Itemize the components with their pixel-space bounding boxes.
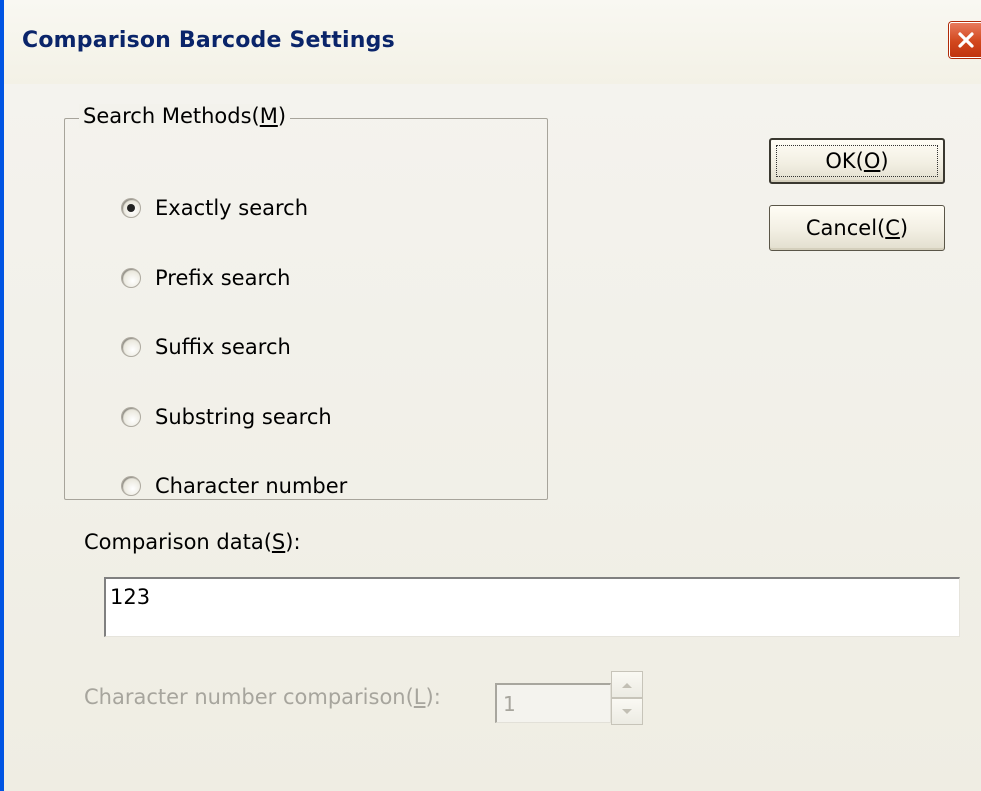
comparison-data-input[interactable]: 123 bbox=[104, 577, 960, 637]
close-button[interactable] bbox=[949, 22, 981, 58]
search-methods-group: Search Methods(M) Exactly search Prefix … bbox=[64, 104, 548, 501]
radio-label-prefix: Prefix search bbox=[155, 266, 291, 290]
radio-button-checked[interactable] bbox=[121, 198, 141, 218]
radio-substring-search[interactable]: Substring search bbox=[121, 402, 332, 432]
character-number-spinner[interactable] bbox=[611, 671, 643, 725]
ok-button-label: OK(O) bbox=[825, 149, 889, 173]
radio-label-character-number: Character number bbox=[155, 474, 348, 498]
search-methods-legend: Search Methods(M) bbox=[79, 104, 291, 128]
spin-down-button[interactable] bbox=[611, 698, 643, 725]
spin-up-button[interactable] bbox=[611, 671, 643, 698]
dialog-window: Comparison Barcode Settings Search Metho… bbox=[0, 0, 981, 791]
radio-button[interactable] bbox=[121, 268, 141, 288]
dialog-content: Search Methods(M) Exactly search Prefix … bbox=[4, 84, 981, 791]
character-number-input[interactable]: 1 bbox=[495, 683, 611, 723]
cancel-button[interactable]: Cancel(C) bbox=[769, 205, 945, 251]
character-number-comparison-label: Character number comparison(L): bbox=[84, 685, 441, 709]
radio-button[interactable] bbox=[121, 337, 141, 357]
radio-label-substring: Substring search bbox=[155, 405, 332, 429]
window-title: Comparison Barcode Settings bbox=[22, 28, 395, 53]
radio-label-suffix: Suffix search bbox=[155, 335, 291, 359]
comparison-data-label: Comparison data(S): bbox=[84, 530, 301, 554]
radio-button[interactable] bbox=[121, 407, 141, 427]
title-bar[interactable]: Comparison Barcode Settings bbox=[4, 0, 981, 84]
spin-up-arrow-icon bbox=[622, 682, 632, 688]
radio-exactly-search[interactable]: Exactly search bbox=[121, 193, 308, 223]
close-icon bbox=[958, 32, 974, 48]
spin-down-arrow-icon bbox=[622, 708, 632, 714]
ok-button[interactable]: OK(O) bbox=[769, 138, 945, 184]
radio-label-exactly: Exactly search bbox=[155, 196, 309, 220]
radio-button[interactable] bbox=[121, 476, 141, 496]
radio-prefix-search[interactable]: Prefix search bbox=[121, 263, 290, 293]
radio-character-number[interactable]: Character number bbox=[121, 471, 347, 501]
radio-suffix-search[interactable]: Suffix search bbox=[121, 332, 291, 362]
cancel-button-label: Cancel(C) bbox=[805, 216, 909, 240]
